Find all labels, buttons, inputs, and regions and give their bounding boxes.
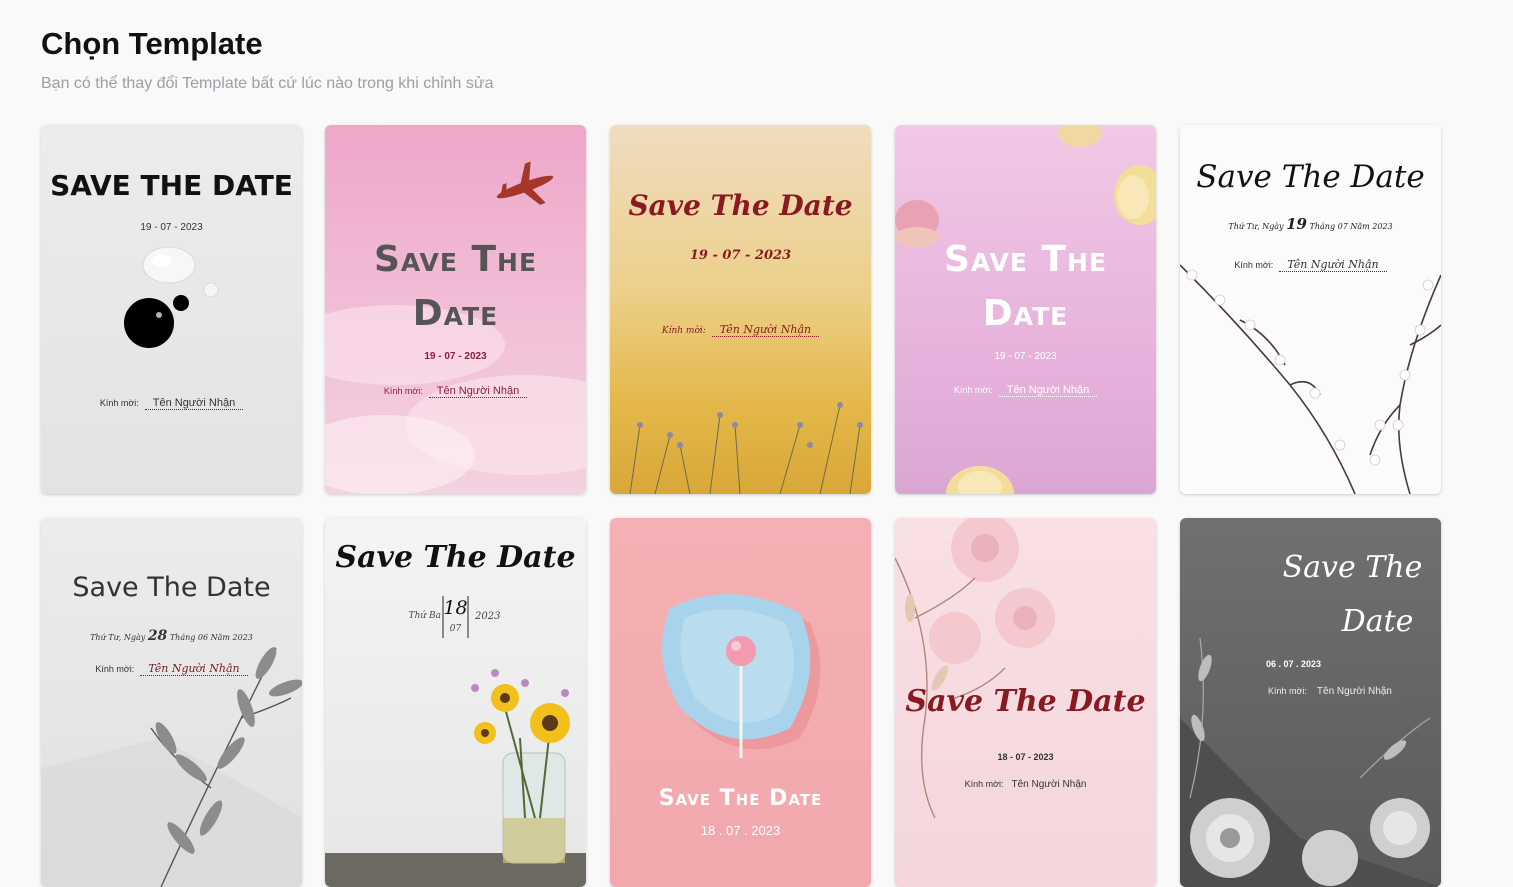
date-day: 19 <box>1286 215 1307 233</box>
recipient-row: Kính mời: Tên Người Nhận <box>895 384 1156 397</box>
template-card-8[interactable]: Save The Date 18 . 07 . 2023 <box>610 518 871 887</box>
recipient-name: Tên Người Nhận <box>1316 686 1392 697</box>
invite-label: Kính mời: <box>95 664 135 674</box>
card-title: Save The Date <box>335 540 576 575</box>
invite-label: Kính mời: <box>99 398 139 408</box>
recipient-row: Kính mời: Tên Người Nhận <box>610 323 871 337</box>
template-card-3[interactable]: Save The Date 19 - 07 - 2023 Kính mời: Tê… <box>610 125 871 494</box>
template-card-10[interactable]: Save The Date 06 . 07 . 2023 Kính mời: Tê… <box>1180 518 1441 887</box>
page-title: Chọn Template <box>41 26 263 61</box>
card-date: 19 - 07 - 2023 <box>689 248 792 263</box>
recipient-name: Tên Người Nhận <box>140 662 248 676</box>
recipient-row: Kính mời: Tên Người Nhận <box>895 779 1156 790</box>
card-date: 19 - 07 - 2023 <box>424 351 487 362</box>
template-card-5[interactable]: Save The Date Thứ Tư, Ngày 19 Tháng 07 N… <box>1180 125 1441 494</box>
template-3-artwork <box>629 402 863 494</box>
template-card-2[interactable]: Save The Date 19 - 07 - 2023 Kính mời: Tê… <box>325 125 586 494</box>
recipient-name: Tên Người Nhận <box>428 385 528 398</box>
date-suffix: Tháng 06 Năm 2023 <box>169 633 253 642</box>
date-day: 18 <box>443 597 468 619</box>
card-title: Save The Date <box>658 786 823 811</box>
template-card-1[interactable]: SAVE THE DATE 19 - 07 - 2023 Kính mời: Tê… <box>41 125 302 494</box>
template-grid: SAVE THE DATE 19 - 07 - 2023 Kính mời: Tê… <box>41 125 1441 887</box>
template-card-9[interactable]: Save The Date 18 - 07 - 2023 Kính mời: Tê… <box>895 518 1156 887</box>
recipient-name: Tên Người Nhận <box>1279 258 1387 272</box>
invite-label: Kính mời: <box>953 385 993 395</box>
template-card-7[interactable]: Save The Date Thứ Ba 18 07 2023 <box>325 518 586 887</box>
card-date: 19 - 07 - 2023 <box>140 222 203 233</box>
date-year: 2023 <box>475 611 501 622</box>
card-date-row: Thứ Tư, Ngày 19 Tháng 07 Năm 2023 <box>1180 215 1441 233</box>
recipient-row: Kính mời: Tên Người Nhận <box>41 397 302 410</box>
date-day: 28 <box>147 628 168 644</box>
card-date: 19 - 07 - 2023 <box>994 351 1057 362</box>
card-title-line2: Date <box>1341 604 1414 639</box>
recipient-row: Kính mời: Tên Người Nhận <box>41 662 302 676</box>
recipient-name: Tên Người Nhận <box>711 323 820 337</box>
recipient-row: Kính mời: Tên Người Nhận <box>1180 258 1441 272</box>
date-prefix: Thứ Tư, Ngày <box>1228 222 1284 231</box>
card-date: 18 . 07 . 2023 <box>700 823 781 838</box>
recipient-row: Kính mời: Tên Người Nhận <box>325 385 586 398</box>
card-title: Save The Date <box>1196 159 1425 195</box>
card-title-line1: Save The <box>943 239 1108 280</box>
card-title-line2: Date <box>982 293 1069 334</box>
date-prefix: Thứ Tư, Ngày <box>90 633 146 642</box>
card-title-line1: Save The <box>373 239 538 280</box>
card-title-line2: Date <box>412 293 499 334</box>
card-date: 18 - 07 - 2023 <box>997 752 1054 762</box>
card-title: Save The Date <box>72 572 271 603</box>
recipient-row: Kính mời: Tên Người Nhận <box>1268 686 1392 697</box>
date-month: 07 <box>449 624 462 634</box>
recipient-name: Tên Người Nhận <box>998 384 1098 397</box>
invite-label: Kính mời: <box>964 779 1004 789</box>
card-title: Save The Date <box>628 189 853 222</box>
invite-label: Kính mời: <box>383 386 423 396</box>
card-date: 06 . 07 . 2023 <box>1266 659 1322 669</box>
recipient-name: Tên Người Nhận <box>1011 779 1087 790</box>
card-date-row: Thứ Tư, Ngày 28 Tháng 06 Năm 2023 <box>41 628 302 644</box>
recipient-name: Tên Người Nhận <box>144 397 244 410</box>
card-title: SAVE THE DATE <box>50 169 293 202</box>
invite-label: Kính mời: <box>1268 686 1307 696</box>
template-card-4[interactable]: Save The Date 19 - 07 - 2023 Kính mời: Tê… <box>895 125 1156 494</box>
card-title-line1: Save The <box>1282 550 1423 585</box>
card-title: Save The Date <box>905 684 1146 719</box>
date-suffix: Tháng 07 Năm 2023 <box>1309 222 1393 231</box>
page-subtitle: Bạn có thể thay đổi Template bất cứ lúc … <box>41 75 494 92</box>
invite-label: Kính mời: <box>661 326 706 336</box>
date-weekday: Thứ Ba <box>408 611 441 621</box>
template-card-6[interactable]: Save The Date Thứ Tư, Ngày 28 Tháng 06 N… <box>41 518 302 887</box>
invite-label: Kính mời: <box>1234 260 1274 270</box>
